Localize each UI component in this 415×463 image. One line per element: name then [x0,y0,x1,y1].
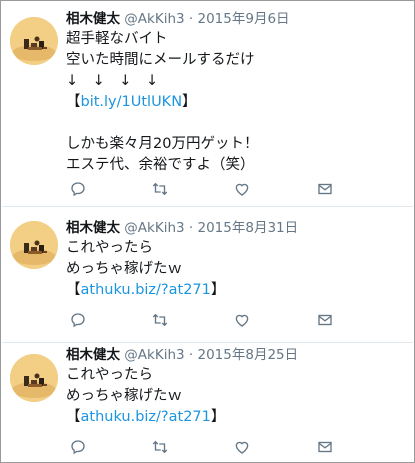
user-handle[interactable]: @AkKih3 [124,220,184,236]
reply-icon [71,182,85,197]
user-handle[interactable]: @AkKih3 [124,347,184,363]
tweet-date[interactable]: 2015年8月31日 [198,220,299,236]
tweet-text: これやったら めっちゃ稼げたｗ 【athuku.biz/?at271】 [66,365,225,428]
tweet[interactable]: 相木健太 @AkKih3 · 2015年9月6日 超手軽なバイト 空いた時間にメ… [2,2,413,207]
user-handle[interactable]: @AkKih3 [124,11,184,27]
separator-dot: · [188,347,194,363]
tweet-line: これやったら [66,240,153,256]
reply-button[interactable] [69,438,89,458]
tweet-line: 空いた時間にメールするだけ [66,52,255,68]
tweet-link-line: 【athuku.biz/?at271】 [66,407,225,428]
tweet-line: しかも楽々月20万円ゲット！ [66,136,259,152]
tweet[interactable]: 相木健太 @AkKih3 · 2015年8月31日 これやったら めっちゃ稼げた… [2,207,413,343]
avatar-image [10,354,58,402]
dm-button[interactable] [316,438,336,458]
avatar-image [10,221,58,269]
tweet-line: めっちゃ稼げたｗ [66,388,182,404]
tweet-link[interactable]: athuku.biz/?at271 [81,409,211,425]
dm-button[interactable] [316,311,336,331]
bracket-close: 】 [210,282,226,298]
tweet-line: エステ代、余裕ですよ（笑） [66,157,255,173]
bracket-open: 【 [66,282,81,298]
envelope-icon [318,183,332,195]
retweet-icon [152,313,168,327]
bracket-close: 】 [210,409,226,425]
tweet-link-line: 【bit.ly/1UtlUKN】 [66,92,258,113]
tweet-link[interactable]: athuku.biz/?at271 [81,282,211,298]
bracket-close: 】 [182,94,197,110]
tweet-line: めっちゃ稼げたｗ [66,261,182,277]
tweet-link[interactable]: bit.ly/1UtlUKN [81,94,183,110]
like-button[interactable] [233,438,253,458]
display-name[interactable]: 相木健太 [66,220,120,236]
tweet-line: 超手軽なバイト [66,31,168,47]
like-button[interactable] [233,311,253,331]
timeline: 相木健太 @AkKih3 · 2015年9月6日 超手軽なバイト 空いた時間にメ… [0,0,415,463]
tweet-actions [66,438,356,458]
reply-icon [71,440,85,455]
avatar[interactable] [10,354,58,402]
heart-icon [235,441,249,454]
display-name[interactable]: 相木健太 [66,347,120,363]
bracket-open: 【 [66,409,81,425]
separator-dot: · [188,220,194,236]
display-name[interactable]: 相木健太 [66,11,120,27]
avatar-image [10,17,58,65]
reply-button[interactable] [69,180,89,200]
dm-button[interactable] [316,180,336,200]
tweet-actions [66,180,356,200]
tweet-date[interactable]: 2015年9月6日 [198,11,290,27]
avatar[interactable] [10,17,58,65]
tweet[interactable]: 相木健太 @AkKih3 · 2015年8月25日 これやったら めっちゃ稼げた… [2,343,413,462]
separator-dot: · [188,11,194,27]
tweet-link-line: 【athuku.biz/?at271】 [66,280,225,301]
tweet-date[interactable]: 2015年8月25日 [198,347,299,363]
tweet-line: ↓ ↓ ↓ ↓ [66,73,159,89]
tweet-header: 相木健太 @AkKih3 · 2015年8月31日 [66,219,298,237]
tweet-line: これやったら [66,367,153,383]
retweet-button[interactable] [151,438,171,458]
tweet-text: これやったら めっちゃ稼げたｗ 【athuku.biz/?at271】 [66,238,225,301]
reply-button[interactable] [69,311,89,331]
tweet-actions [66,311,356,331]
retweet-icon [152,182,168,196]
tweet-text: 超手軽なバイト 空いた時間にメールするだけ ↓ ↓ ↓ ↓ 【bit.ly/1U… [66,29,258,176]
heart-icon [235,183,249,196]
retweet-button[interactable] [151,311,171,331]
envelope-icon [318,441,332,453]
envelope-icon [318,314,332,326]
heart-icon [235,314,249,327]
retweet-button[interactable] [151,180,171,200]
reply-icon [71,313,85,328]
avatar[interactable] [10,221,58,269]
like-button[interactable] [233,180,253,200]
tweet-header: 相木健太 @AkKih3 · 2015年8月25日 [66,346,298,364]
bracket-open: 【 [66,94,81,110]
retweet-icon [152,440,168,454]
tweet-header: 相木健太 @AkKih3 · 2015年9月6日 [66,10,290,28]
tweet-line [66,113,258,134]
